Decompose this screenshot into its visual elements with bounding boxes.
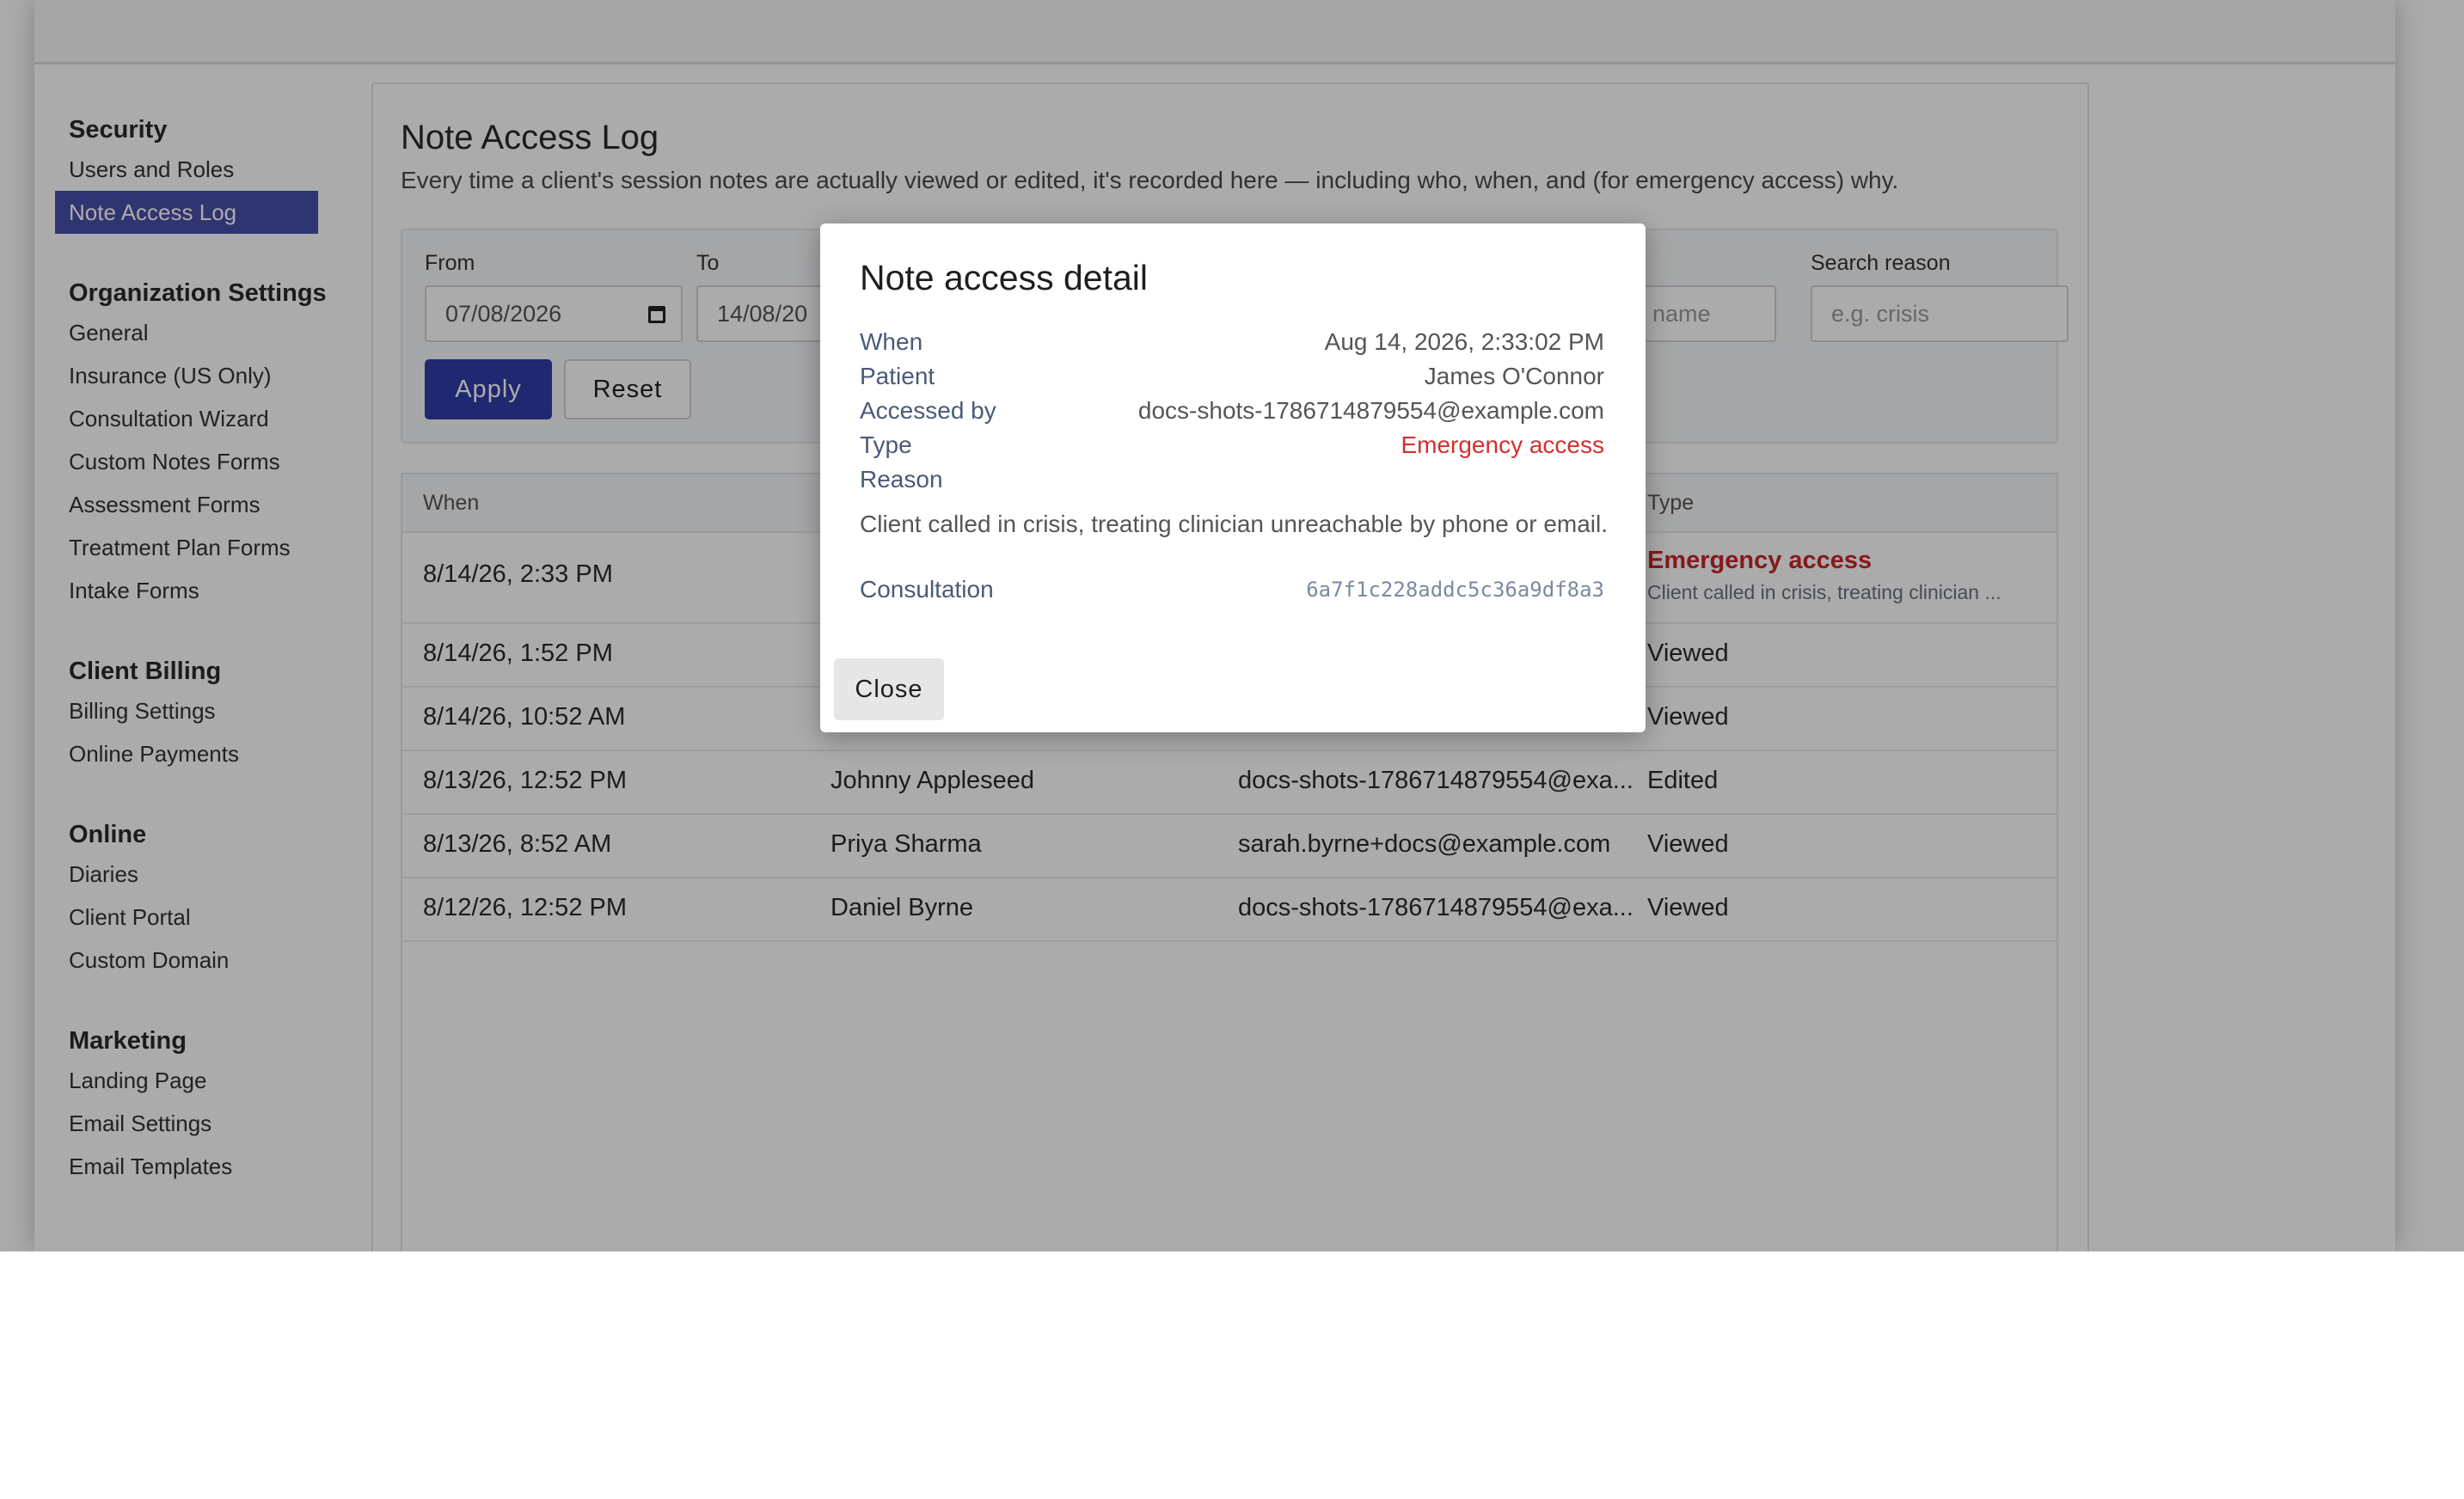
detail-value-accessed-by: docs-shots-1786714879554@example.com [1137,397,1604,424]
detail-value-type: Emergency access [1401,431,1604,458]
detail-value-reason: Client called in crisis, treating clinic… [860,511,1609,537]
close-button[interactable]: Close [834,658,944,720]
viewport: Security Users and Roles Note Access Log… [0,0,2464,1251]
note-access-detail-modal: Note access detail When Aug 14, 2026, 2:… [820,223,1646,732]
detail-value-patient: James O'Connor [1424,363,1604,389]
detail-label-when: When [860,328,923,355]
detail-label-consultation: Consultation [860,576,994,603]
detail-label-type: Type [860,431,912,458]
detail-label-patient: Patient [860,363,935,389]
detail-value-when: Aug 14, 2026, 2:33:02 PM [1324,328,1604,355]
modal-title: Note access detail [860,258,1149,297]
detail-label-reason: Reason [860,466,943,493]
detail-label-accessed-by: Accessed by [860,397,996,424]
detail-value-consultation[interactable]: 6a7f1c228addc5c36a9df8a3 [1306,578,1604,602]
